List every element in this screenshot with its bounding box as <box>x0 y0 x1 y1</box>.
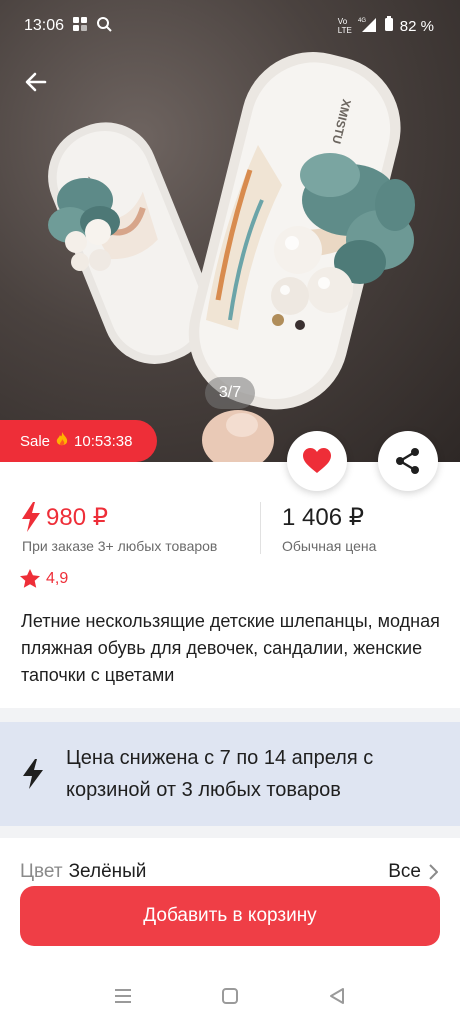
search-notification-icon <box>96 16 112 37</box>
chevron-right-icon <box>429 864 438 880</box>
lightning-icon <box>23 759 43 789</box>
share-icon <box>396 448 419 474</box>
sale-timer: 10:53:38 <box>74 432 133 450</box>
nav-recents-button[interactable] <box>103 976 143 1016</box>
share-button[interactable] <box>378 431 438 491</box>
rating[interactable]: 4,9 <box>20 569 68 588</box>
rating-value: 4,9 <box>46 569 69 587</box>
arrow-left-icon <box>25 72 47 92</box>
signal-icon: 4G <box>358 16 378 36</box>
section-separator <box>0 708 460 722</box>
star-icon <box>20 569 40 588</box>
promo-banner[interactable]: Цена снижена с 7 по 14 апреля с корзиной… <box>0 722 460 826</box>
nav-back-button[interactable] <box>317 976 357 1016</box>
battery-icon <box>384 16 394 36</box>
all-variants-link[interactable]: Все <box>388 861 438 883</box>
volte-indicator: Vo LTE <box>337 17 352 35</box>
app-notification-icon <box>72 16 88 37</box>
all-variants-label: Все <box>388 861 421 882</box>
back-button[interactable] <box>18 64 54 100</box>
color-selector[interactable]: Цвет Зелёный Все <box>20 856 438 888</box>
color-label: Цвет <box>20 861 63 882</box>
image-counter: 3/7 <box>205 377 255 409</box>
system-navigation-bar <box>0 968 460 1024</box>
sale-label: Sale <box>20 432 51 450</box>
favorite-button[interactable] <box>287 431 347 491</box>
sale-badge: Sale 10:53:38 <box>0 420 157 462</box>
regular-price: 1 406 ₽ <box>282 503 364 531</box>
back-triangle-icon <box>329 988 344 1004</box>
lightning-icon <box>22 502 40 532</box>
nav-home-button[interactable] <box>210 976 250 1016</box>
regular-price-note: Обычная цена <box>282 538 377 554</box>
section-separator <box>0 826 460 838</box>
heart-icon <box>303 448 331 473</box>
svg-text:4G: 4G <box>358 18 366 24</box>
home-square-icon <box>221 988 238 1004</box>
promo-text: Цена снижена с 7 по 14 апреля с корзиной… <box>66 747 374 801</box>
bulk-price-note: При заказе 3+ любых товаров <box>22 538 218 554</box>
fire-icon <box>56 431 68 451</box>
color-value: Зелёный <box>68 861 147 882</box>
price-divider <box>260 502 261 554</box>
product-title: Летние нескользящие детские шлепанцы, мо… <box>21 611 440 685</box>
menu-icon <box>115 989 132 1003</box>
battery-level: 82 % <box>399 17 434 35</box>
add-to-cart-button[interactable]: Добавить в корзину <box>20 886 440 946</box>
bulk-price: 980 ₽ <box>46 503 108 531</box>
price-block: 980 ₽ При заказе 3+ любых товаров 1 406 … <box>0 500 460 560</box>
status-bar: 13:06 Vo LTE 4G 82 % <box>0 0 460 52</box>
status-time: 13:06 <box>24 17 65 34</box>
